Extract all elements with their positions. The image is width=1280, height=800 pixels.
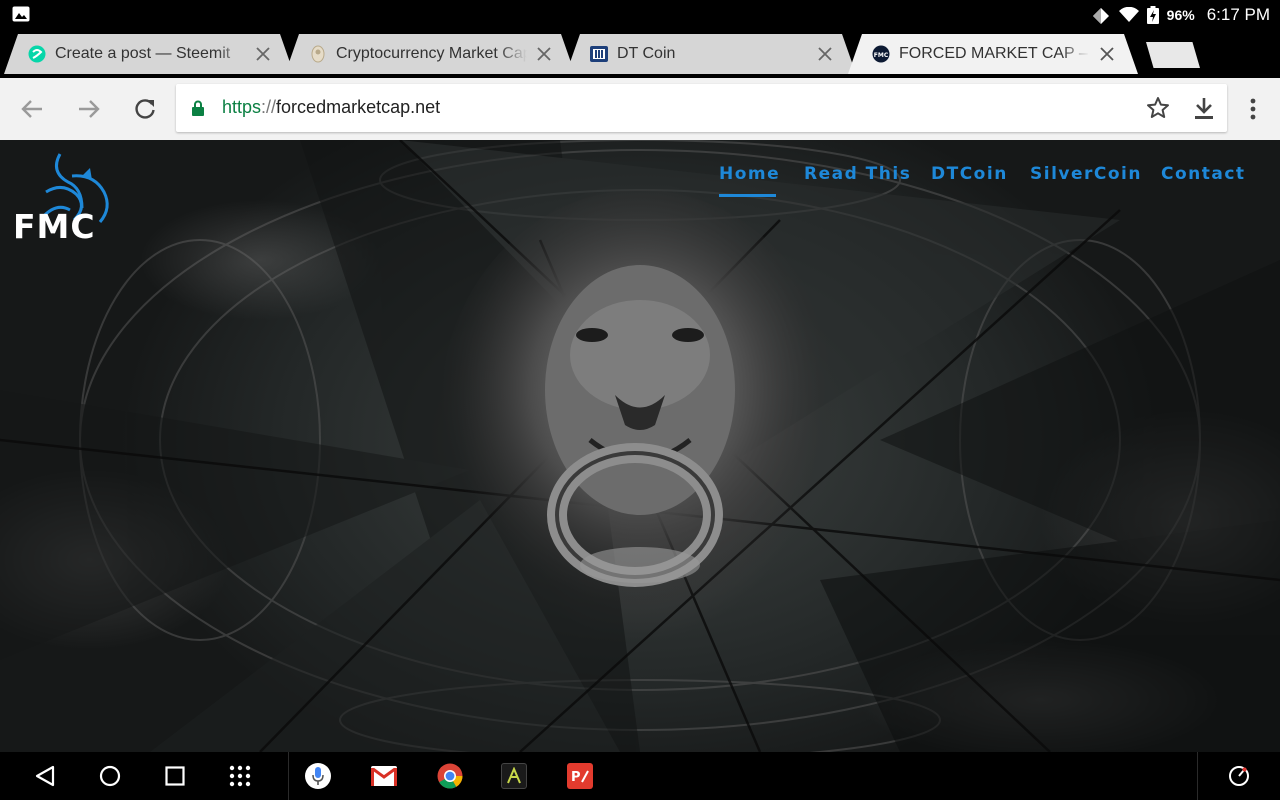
nav-silvercoin[interactable]: SilverCoin [1030, 164, 1142, 184]
app-drawer-button[interactable] [226, 762, 254, 790]
active-nav-underline [719, 194, 776, 197]
recents-square-icon [165, 766, 185, 786]
home-circle-icon [99, 765, 121, 787]
svg-text:P: P [571, 770, 581, 784]
back-nav-button[interactable] [31, 762, 59, 790]
app-grid-icon [229, 765, 251, 787]
coinmarketcap-icon [309, 45, 327, 63]
status-bar: 96% 6:17 PM [0, 0, 1280, 30]
tab-dtcoin[interactable]: DT Coin [566, 34, 856, 74]
url-host: forcedmarketcap.net [276, 97, 441, 117]
app-icon[interactable] [501, 763, 527, 789]
dtcoin-icon [590, 45, 608, 63]
home-nav-button[interactable] [96, 762, 124, 790]
web-page: FMC Home Read This DTCoin SilverCoin Con… [0, 140, 1280, 752]
close-tab-icon[interactable] [816, 45, 834, 63]
hero-background-image [0, 140, 1280, 752]
status-icons: 96% 6:17 PM [1091, 0, 1270, 30]
tab-strip: Create a post — Steemit Cryptocurrency M… [0, 30, 1280, 78]
url-text: https://forcedmarketcap.net [222, 97, 440, 118]
back-arrow-icon [21, 100, 42, 118]
taskbar-divider [288, 752, 289, 800]
nav-read-this[interactable]: Read This [804, 164, 911, 184]
steemit-icon [28, 45, 46, 63]
overflow-menu-button[interactable] [1243, 95, 1263, 123]
nav-home[interactable]: Home [719, 164, 780, 184]
download-icon[interactable] [1194, 96, 1214, 120]
notification-dismissed-icon [1092, 8, 1109, 24]
forward-arrow-icon [79, 100, 100, 118]
back-button[interactable] [18, 95, 46, 123]
url-separator: :// [261, 97, 277, 117]
gmail-icon[interactable] [371, 763, 397, 789]
speedometer-icon [1229, 766, 1249, 786]
clock: 6:17 PM [1206, 5, 1270, 24]
taskbar-divider [1197, 752, 1198, 800]
address-bar[interactable]: https://forcedmarketcap.net [176, 84, 1227, 132]
fmc-icon: FMC [872, 45, 890, 63]
forward-button[interactable] [75, 95, 103, 123]
close-tab-icon[interactable] [1098, 45, 1116, 63]
nav-dtcoin[interactable]: DTCoin [931, 164, 1008, 184]
google-voice-search-icon[interactable] [305, 763, 331, 789]
close-tab-icon[interactable] [254, 45, 272, 63]
tab-title: Create a post — Steemit [55, 45, 231, 62]
system-navigation-bar: P [0, 752, 1280, 800]
new-tab-button[interactable] [1146, 42, 1200, 68]
more-vert-icon [1250, 98, 1256, 120]
bookmark-star-icon[interactable] [1146, 96, 1170, 120]
tab-forcedmarketcap[interactable]: FMC FORCED MARKET CAP – Bre [848, 34, 1138, 74]
browser-toolbar: https://forcedmarketcap.net [0, 78, 1280, 140]
secure-lock-icon [192, 100, 204, 116]
reload-button[interactable] [131, 95, 159, 123]
tab-title: FORCED MARKET CAP – Bre [899, 45, 1088, 62]
tab-steemit[interactable]: Create a post — Steemit [4, 34, 294, 74]
image-notification-icon [12, 6, 30, 22]
pdf-editor-icon[interactable]: P [567, 763, 593, 789]
recents-nav-button[interactable] [161, 762, 189, 790]
back-triangle-icon [35, 765, 55, 787]
reload-icon [135, 99, 155, 119]
performance-button[interactable] [1225, 762, 1253, 790]
nav-contact[interactable]: Contact [1161, 164, 1246, 184]
svg-text:FMC: FMC [874, 52, 889, 59]
close-tab-icon[interactable] [535, 45, 553, 63]
tab-coinmarketcap[interactable]: Cryptocurrency Market Capitalizations [285, 34, 575, 74]
chrome-icon[interactable] [437, 763, 463, 789]
tab-title: DT Coin [617, 45, 676, 62]
battery-percent: 96% [1166, 7, 1195, 23]
url-scheme: https [222, 97, 262, 117]
brand-name: FMC [13, 207, 96, 246]
tab-title: Cryptocurrency Market Capitalizations [336, 45, 523, 62]
wifi-icon [1118, 7, 1139, 22]
battery-charging-icon [1146, 6, 1159, 24]
